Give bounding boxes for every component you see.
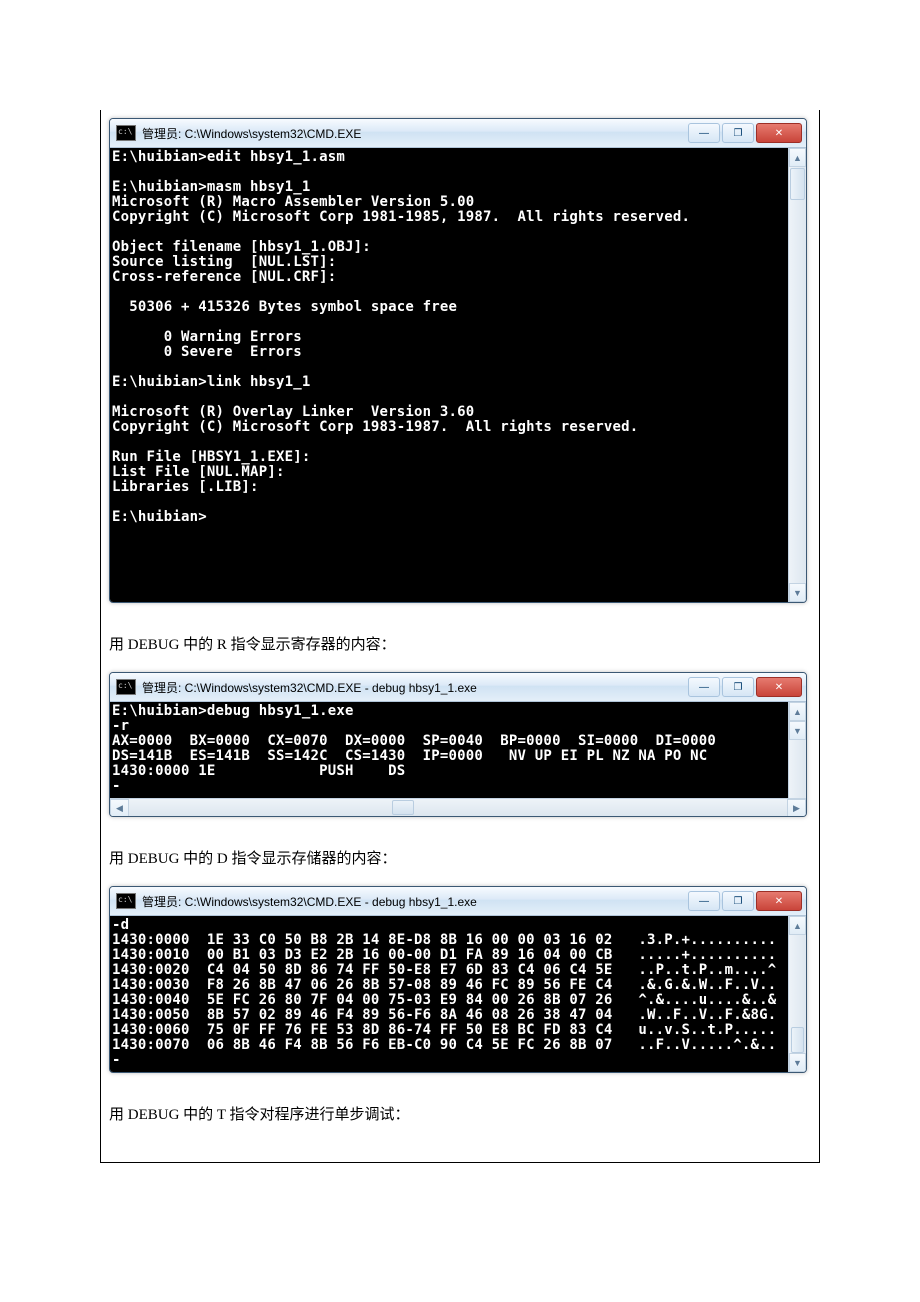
window-title: 管理员: C:\Windows\system32\CMD.EXE - debug… xyxy=(142,893,688,910)
scroll-down-icon[interactable]: ▼ xyxy=(789,721,806,740)
minimize-button[interactable]: — xyxy=(688,123,720,143)
horizontal-scrollbar[interactable]: ◀ ▶ xyxy=(110,798,806,816)
scroll-down-icon[interactable]: ▼ xyxy=(789,1053,806,1072)
console-output[interactable]: E:\huibian>edit hbsy1_1.asm E:\huibian>m… xyxy=(110,148,788,602)
scroll-thumb[interactable] xyxy=(791,1027,804,1053)
scroll-down-icon[interactable]: ▼ xyxy=(789,583,806,602)
cmd-window-3: 管理员: C:\Windows\system32\CMD.EXE - debug… xyxy=(109,886,807,1073)
console-output[interactable]: E:\huibian>debug hbsy1_1.exe -r AX=0000 … xyxy=(110,702,788,798)
titlebar-1[interactable]: 管理员: C:\Windows\system32\CMD.EXE — ❐ ✕ xyxy=(110,119,806,148)
scroll-thumb[interactable] xyxy=(790,168,805,200)
caption-t: 用 DEBUG 中的 T 指令对程序进行单步调试： xyxy=(109,1103,811,1124)
maximize-button[interactable]: ❐ xyxy=(722,123,754,143)
scroll-up-icon[interactable]: ▲ xyxy=(789,148,806,167)
titlebar-2[interactable]: 管理员: C:\Windows\system32\CMD.EXE - debug… xyxy=(110,673,806,702)
cmd-icon xyxy=(116,679,136,695)
caption-d: 用 DEBUG 中的 D 指令显示存储器的内容： xyxy=(109,847,811,868)
close-button[interactable]: ✕ xyxy=(756,123,802,143)
caption-r: 用 DEBUG 中的 R 指令显示寄存器的内容： xyxy=(109,633,811,654)
maximize-button[interactable]: ❐ xyxy=(722,677,754,697)
scroll-up-icon[interactable]: ▲ xyxy=(789,916,806,935)
scroll-up-icon[interactable]: ▲ xyxy=(789,702,806,721)
cmd-window-1: 管理员: C:\Windows\system32\CMD.EXE — ❐ ✕ E… xyxy=(109,118,807,603)
window-title: 管理员: C:\Windows\system32\CMD.EXE - debug… xyxy=(142,679,688,696)
document-frame: 管理员: C:\Windows\system32\CMD.EXE — ❐ ✕ E… xyxy=(100,110,820,1163)
vertical-scrollbar[interactable]: ▲ ▼ xyxy=(788,702,806,798)
console-output[interactable]: -d 1430:0000 1E 33 C0 50 B8 2B 14 8E-D8 … xyxy=(110,916,788,1072)
cmd-icon xyxy=(116,125,136,141)
scroll-right-icon[interactable]: ▶ xyxy=(787,799,806,817)
scroll-left-icon[interactable]: ◀ xyxy=(110,799,129,817)
minimize-button[interactable]: — xyxy=(688,677,720,697)
vertical-scrollbar[interactable]: ▲ ▼ xyxy=(788,916,806,1072)
cmd-window-2: 管理员: C:\Windows\system32\CMD.EXE - debug… xyxy=(109,672,807,817)
vertical-scrollbar[interactable]: ▲ ▼ xyxy=(788,148,806,602)
window-title: 管理员: C:\Windows\system32\CMD.EXE xyxy=(142,125,688,142)
cmd-icon xyxy=(116,893,136,909)
close-button[interactable]: ✕ xyxy=(756,677,802,697)
hscroll-thumb[interactable] xyxy=(392,800,414,815)
close-button[interactable]: ✕ xyxy=(756,891,802,911)
minimize-button[interactable]: — xyxy=(688,891,720,911)
maximize-button[interactable]: ❐ xyxy=(722,891,754,911)
titlebar-3[interactable]: 管理员: C:\Windows\system32\CMD.EXE - debug… xyxy=(110,887,806,916)
